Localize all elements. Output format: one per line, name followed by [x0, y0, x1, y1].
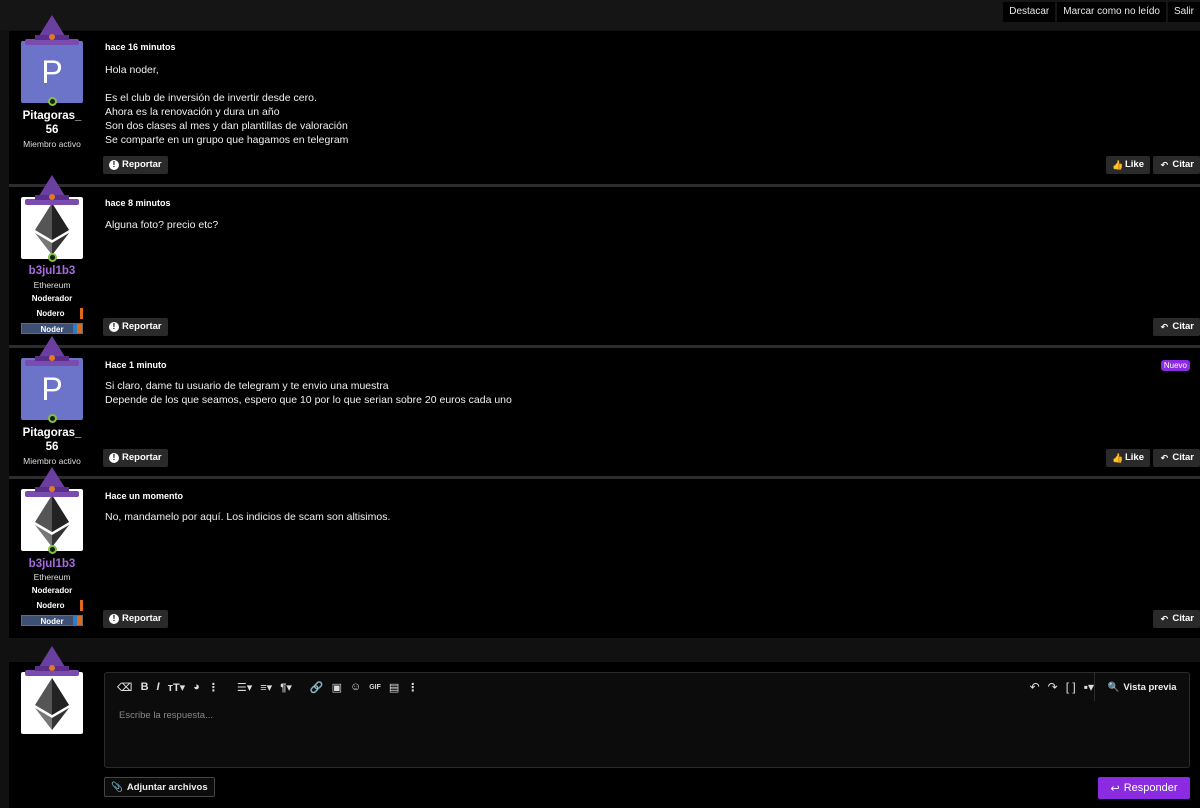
quote-button[interactable]: ↶ Citar [1153, 156, 1200, 174]
user-badge: Nodero [21, 308, 83, 319]
exclamation-icon: ! [109, 322, 119, 332]
report-button[interactable]: ! Reportar [103, 318, 168, 336]
link-icon[interactable]: 🔗 [310, 681, 324, 694]
post: P Pitagoras_ 56 Miembro activo hace 16 m… [9, 15, 1200, 187]
reply-arrow-icon: ↶ [1160, 322, 1169, 332]
user-badge: Noder [21, 615, 83, 626]
redo-icon[interactable]: ↷ [1048, 680, 1058, 694]
like-button[interactable]: 👍 Like [1105, 449, 1150, 467]
quote-button[interactable]: ↶ Citar [1153, 318, 1200, 336]
bold-icon[interactable]: B [141, 681, 149, 693]
editor-toolbar: ⌫ B I тT▾ ◕ ⋮ ☰▾ ≡▾ ¶▾ 🔗 ▣ ☺ GIF ▤ ⋮ [105, 673, 1189, 701]
media-icon[interactable]: ▤ [389, 681, 399, 694]
quick-reply: ⌫ B I тT▾ ◕ ⋮ ☰▾ ≡▾ ¶▾ 🔗 ▣ ☺ GIF ▤ ⋮ ↶ ↷… [9, 646, 1200, 808]
italic-icon[interactable]: I [157, 681, 160, 693]
user-title: Ethereum [33, 280, 71, 290]
mark-unread-button[interactable]: Marcar como no leído [1057, 2, 1166, 22]
report-button[interactable]: ! Reportar [103, 449, 168, 467]
palette-icon[interactable]: ◕ [193, 681, 200, 693]
online-status-icon [48, 414, 57, 423]
post-body: Alguna foto? precio etc? [105, 219, 219, 231]
thread: P Pitagoras_ 56 Miembro activo hace 16 m… [9, 15, 1200, 638]
user-title: Ethereum [33, 572, 71, 582]
username[interactable]: b3jul1b3 [9, 557, 95, 571]
witch-hat-icon [25, 336, 79, 366]
reply-submit-button[interactable]: ↩ Responder [1098, 777, 1190, 799]
post-date[interactable]: hace 8 minutos [105, 198, 171, 208]
reply-placeholder: Escribe la respuesta... [119, 710, 213, 721]
emoji-icon[interactable]: ☺ [350, 681, 361, 693]
thread-topbar: Destacar Marcar como no leído Salir [0, 0, 1200, 30]
witch-hat-icon [25, 467, 79, 497]
online-status-icon [48, 545, 57, 554]
witch-hat-icon [25, 175, 79, 205]
witch-hat-icon [25, 646, 79, 676]
post: b3jul1b3 Ethereum Noderador Nodero Noder… [9, 175, 1200, 348]
bbcode-toggle-icon[interactable]: [ ] [1066, 680, 1076, 694]
post: b3jul1b3 Ethereum Noderador Nodero Noder… [9, 467, 1200, 638]
post-body: Si claro, dame tu usuario de telegram y … [105, 380, 512, 406]
reply-arrow-icon: ↶ [1160, 614, 1169, 624]
paragraph-icon[interactable]: ¶▾ [280, 681, 292, 694]
preview-button[interactable]: 🔍 Vista previa [1094, 673, 1189, 701]
thumbs-up-icon: 👍 [1111, 453, 1124, 463]
more-vertical-icon[interactable]: ⋮ [208, 681, 219, 694]
online-status-icon [48, 253, 57, 262]
text-size-icon[interactable]: тT▾ [168, 681, 186, 694]
highlight-button[interactable]: Destacar [1003, 2, 1056, 22]
quote-button[interactable]: ↶ Citar [1153, 449, 1200, 467]
reply-arrow-icon: ↶ [1160, 160, 1169, 170]
user-badge: Noderador [21, 585, 83, 596]
exclamation-icon: ! [109, 160, 119, 170]
report-button[interactable]: ! Reportar [103, 610, 168, 628]
undo-icon[interactable]: ↶ [1030, 680, 1040, 694]
exclamation-icon: ! [109, 614, 119, 624]
reply-arrow-icon: ↶ [1160, 453, 1169, 463]
user-badge: Noderador [21, 293, 83, 304]
online-status-icon [48, 97, 57, 106]
thumbs-up-icon: 👍 [1111, 160, 1124, 170]
like-button[interactable]: 👍 Like [1105, 156, 1150, 174]
quote-button[interactable]: ↶ Citar [1153, 610, 1200, 628]
post-date[interactable]: hace 16 minutos [105, 42, 176, 52]
eraser-icon[interactable]: ⌫ [117, 681, 133, 694]
save-draft-icon[interactable]: ▪▾ [1084, 680, 1094, 694]
exit-button[interactable]: Salir [1167, 2, 1200, 22]
page: Destacar Marcar como no leído Salir P Pi… [0, 0, 1200, 808]
list-icon[interactable]: ☰▾ [237, 681, 252, 694]
user-title: Miembro activo [23, 139, 81, 149]
post-date[interactable]: Hace un momento [105, 491, 183, 501]
post: P Pitagoras_ 56 Miembro activo Hace 1 mi… [9, 336, 1200, 479]
reply-arrow-icon: ↩ [1110, 782, 1120, 795]
username[interactable]: Pitagoras_ 56 [9, 109, 95, 137]
gif-icon[interactable]: GIF [369, 684, 381, 691]
attach-files-button[interactable]: 📎 Adjuntar archivos [104, 777, 215, 797]
post-body: No, mandamelo por aquí. Los indicios de … [105, 511, 391, 523]
user-badge: Nodero [21, 600, 83, 611]
align-icon[interactable]: ≡▾ [260, 681, 272, 694]
image-icon[interactable]: ▣ [332, 681, 342, 694]
report-button[interactable]: ! Reportar [103, 156, 168, 174]
paperclip-icon: 📎 [111, 781, 123, 793]
preview-icon: 🔍 [1107, 681, 1120, 693]
username[interactable]: b3jul1b3 [9, 264, 95, 278]
post-body: Hola noder, Es el club de inversión de i… [105, 64, 349, 146]
reply-editor[interactable]: ⌫ B I тT▾ ◕ ⋮ ☰▾ ≡▾ ¶▾ 🔗 ▣ ☺ GIF ▤ ⋮ ↶ ↷… [104, 672, 1190, 768]
editor-toolbar-right: ↶ ↷ [ ] ▪▾ [1030, 680, 1094, 694]
username[interactable]: Pitagoras_ 56 [9, 426, 95, 454]
more-vertical-icon[interactable]: ⋮ [407, 681, 418, 694]
user-badge: Noder [21, 323, 83, 334]
exclamation-icon: ! [109, 453, 119, 463]
new-badge: Nuevo [1160, 360, 1190, 371]
post-date[interactable]: Hace 1 minuto [105, 360, 167, 370]
witch-hat-icon [25, 15, 79, 45]
